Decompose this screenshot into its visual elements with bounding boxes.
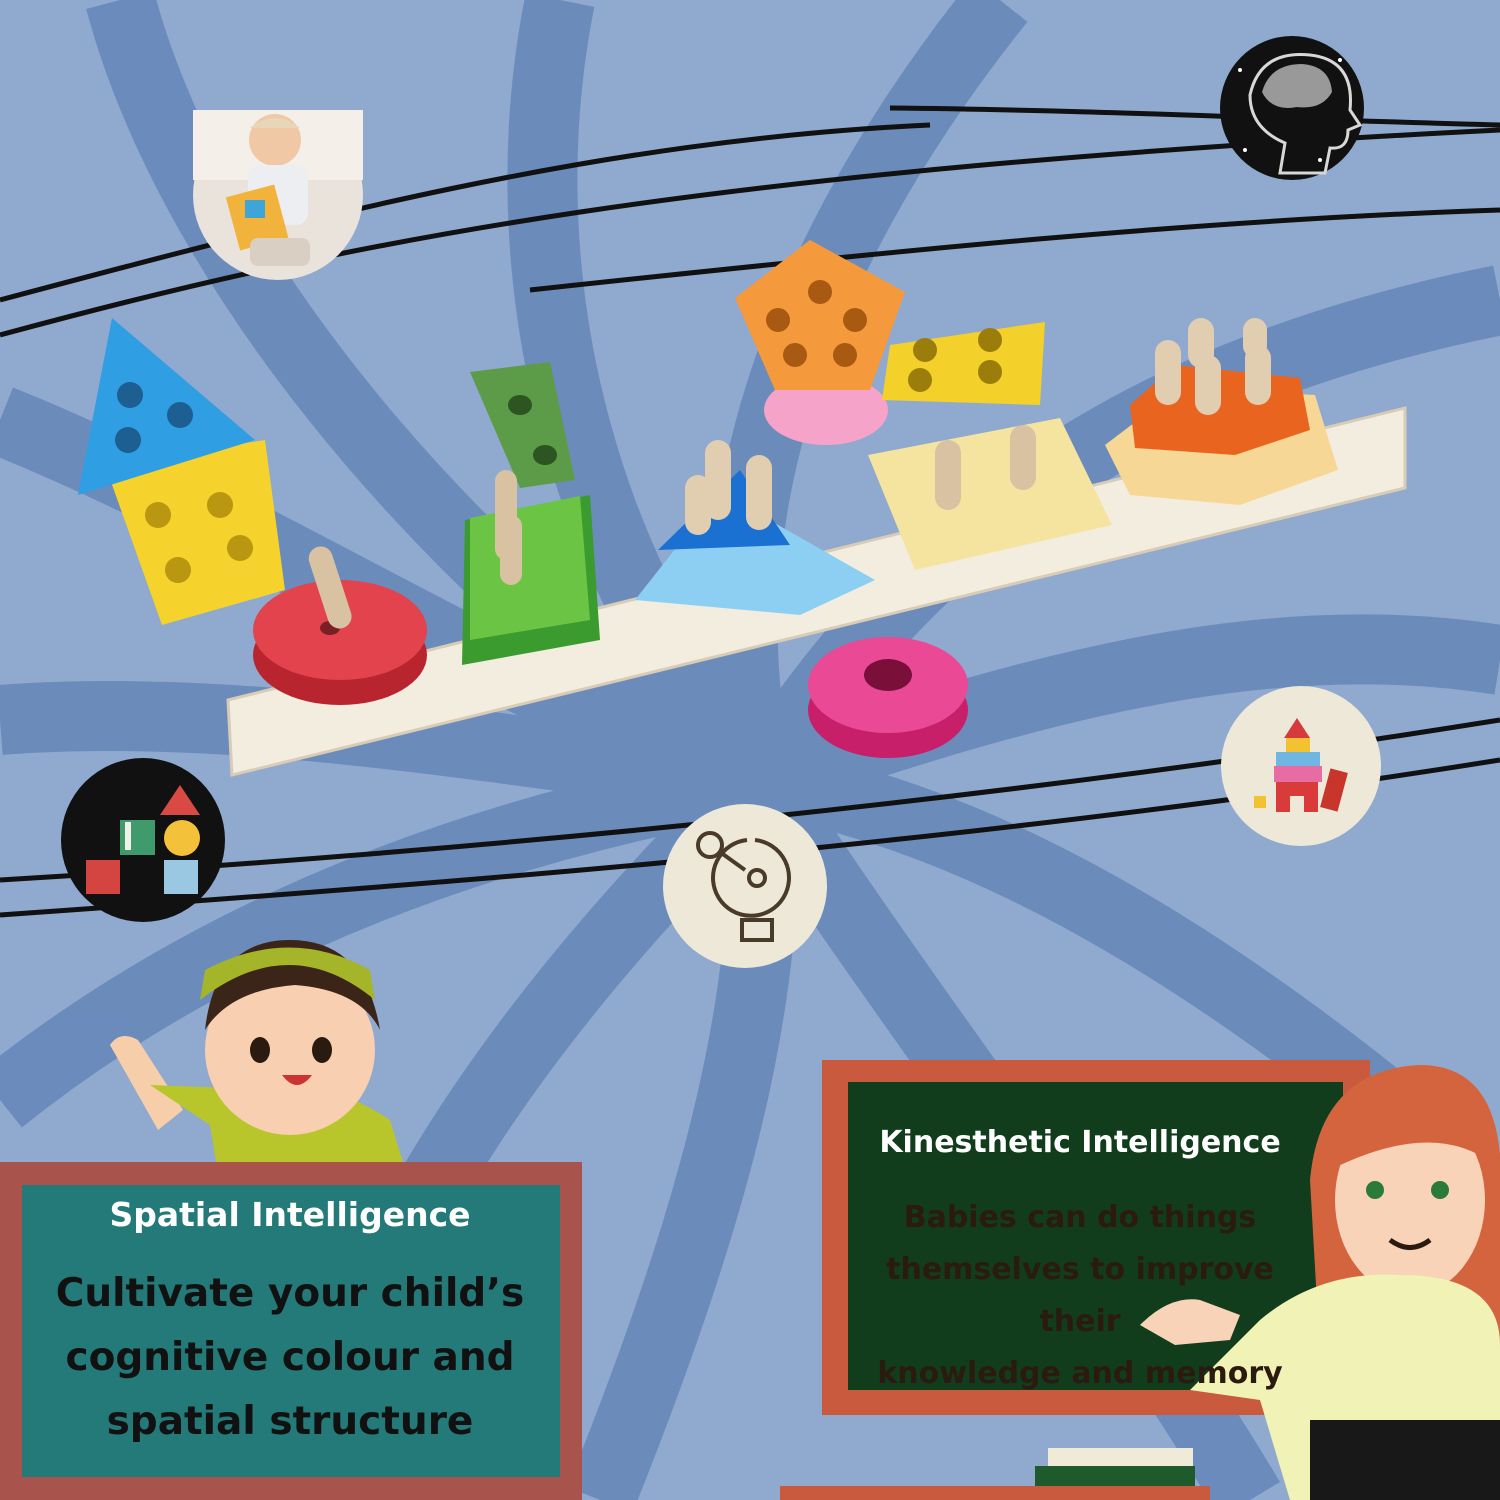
spatial-intelligence-title: Spatial Intelligence [109, 1195, 471, 1234]
kinesthetic-intelligence-title: Kinesthetic Intelligence [879, 1125, 1281, 1160]
kinesthetic-intelligence-text: Babies can do things themselves to impro… [850, 1192, 1310, 1400]
kinesthetic-text-line: Babies can do things [903, 1200, 1257, 1235]
spatial-text-line: cognitive colour and [65, 1335, 515, 1380]
baby-photo [193, 110, 363, 280]
key-lightbulb-icon [663, 804, 827, 968]
toy-blocks-castle-icon [1221, 686, 1381, 846]
brain-head-icon [1220, 36, 1364, 180]
spatial-intelligence-text: Cultivate your child’s cognitive colour … [20, 1262, 560, 1454]
kinesthetic-text-line: themselves to improve [886, 1252, 1274, 1287]
kinesthetic-text-line: their [1039, 1304, 1121, 1339]
spatial-text-line: Cultivate your child’s [55, 1271, 525, 1316]
shape-blocks-icon [61, 758, 225, 922]
spatial-text-line: spatial structure [106, 1399, 474, 1444]
kinesthetic-text-line: knowledge and memory [877, 1356, 1283, 1391]
